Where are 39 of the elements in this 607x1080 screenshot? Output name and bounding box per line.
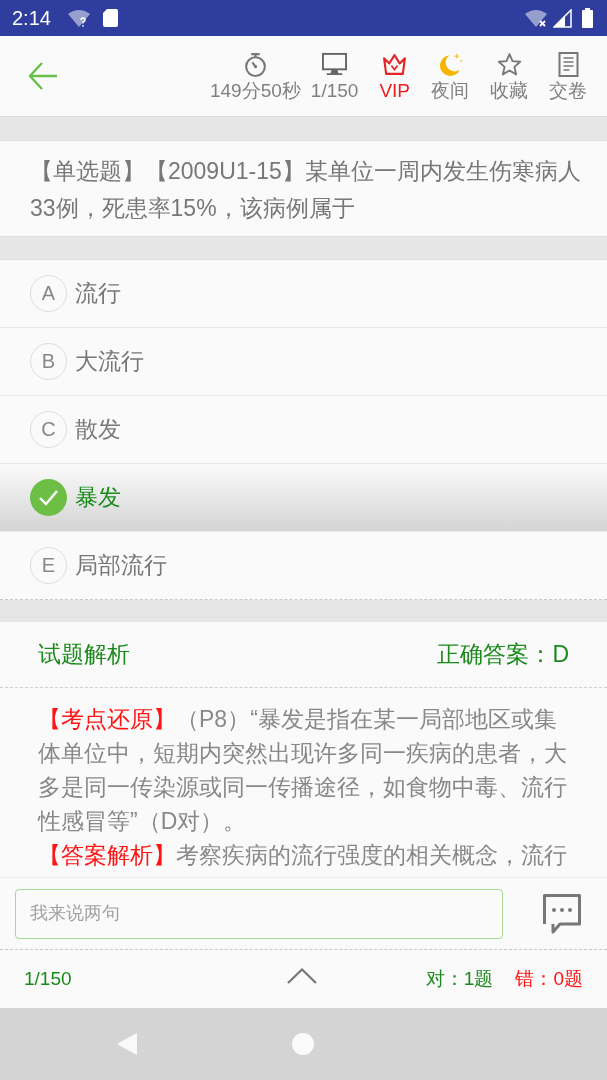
- wrong-count: 错：0题: [515, 967, 583, 991]
- battery-icon: [582, 8, 593, 28]
- chevron-up-icon[interactable]: [286, 968, 317, 984]
- answer-option[interactable]: B 大流行: [0, 328, 607, 396]
- status-time: 2:14: [12, 6, 51, 30]
- check-icon: [30, 479, 67, 516]
- moon-icon: [437, 51, 463, 77]
- nav-back-icon[interactable]: [116, 1032, 138, 1056]
- night-mode-button[interactable]: 夜间: [431, 51, 469, 101]
- comment-input[interactable]: 我来说两句: [15, 888, 503, 939]
- question-text: 【单选题】【2009U1-15】某单位一周内发生伤寒病人33例，死患率15%，该病例属于: [0, 140, 607, 237]
- favorite-button[interactable]: 收藏: [490, 51, 528, 101]
- analysis-paragraph: 【答案解析】考察疾病的流行强度的相关概念，流行: [38, 841, 568, 870]
- option-letter: C: [30, 411, 67, 448]
- answer-option[interactable]: E 局部流行: [0, 532, 607, 600]
- monitor-icon: [322, 51, 348, 77]
- progress-count: 1/150: [24, 968, 72, 990]
- back-arrow-icon[interactable]: [28, 61, 58, 91]
- star-icon: [496, 51, 522, 77]
- analysis-paragraph: 【考点还原】（P8）“暴发是指在某一局部地区或集体单位中，短期内突然出现许多同一疾病的患者，大多是同一传染源或同一传播途径，如食物中毒、流行性感冒等”（D对）。: [38, 705, 568, 836]
- wifi-icon: [525, 9, 547, 27]
- option-letter: B: [30, 343, 67, 380]
- correct-answer: 正确答案：D: [437, 640, 569, 669]
- wifi-icon: [67, 9, 90, 27]
- nav-home-icon[interactable]: [292, 1033, 314, 1055]
- submit-button[interactable]: 交卷: [549, 51, 587, 101]
- timer-button[interactable]: 149分50秒: [210, 51, 301, 101]
- analysis-title: 试题解析: [38, 640, 130, 669]
- comment-icon[interactable]: [543, 893, 581, 934]
- crown-icon: [382, 51, 408, 77]
- answer-option[interactable]: A 流行: [0, 260, 607, 328]
- signal-icon: [553, 8, 572, 28]
- sd-card-icon: [102, 9, 118, 27]
- correct-count: 对：1题: [425, 967, 494, 991]
- option-letter: E: [30, 547, 67, 584]
- option-letter: A: [30, 275, 67, 312]
- vip-button[interactable]: VIP: [379, 51, 410, 101]
- question-count-button[interactable]: 1/150: [310, 51, 359, 101]
- stopwatch-icon: [242, 51, 268, 77]
